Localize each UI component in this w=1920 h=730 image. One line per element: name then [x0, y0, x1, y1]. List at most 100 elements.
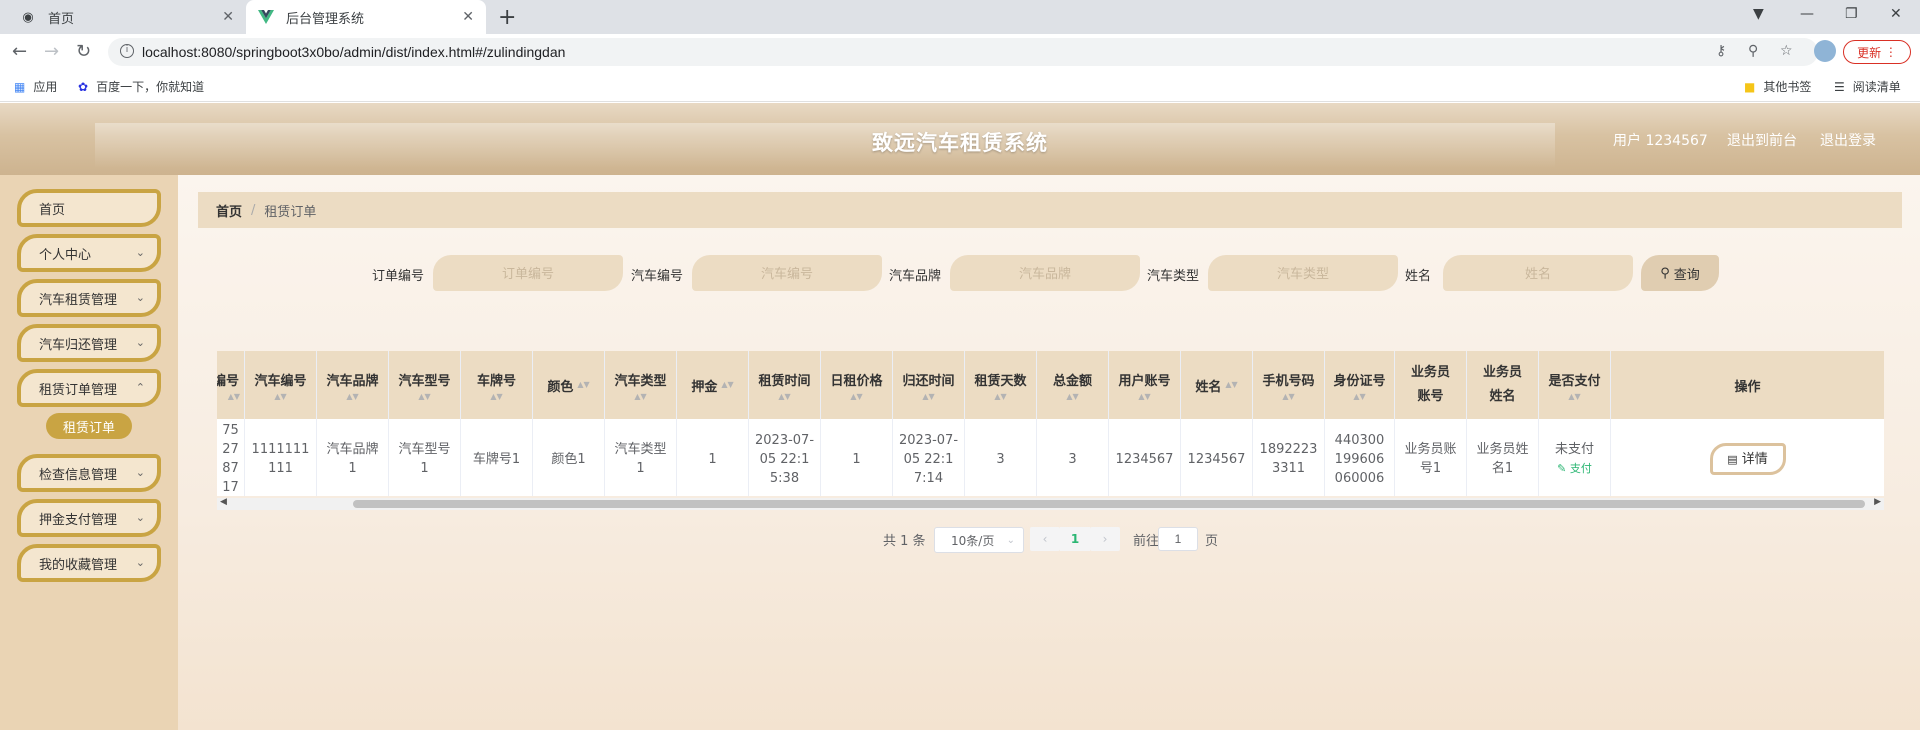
url-text[interactable]: localhost:8080/springboot3x0bo/admin/dis… — [142, 44, 565, 60]
sidebar-item-inspection[interactable]: 检查信息管理 ⌄ — [17, 454, 161, 492]
pay-link[interactable]: ✎ 支付 — [1557, 459, 1592, 478]
breadcrumb-home[interactable]: 首页 — [216, 201, 242, 220]
sort-icon[interactable]: ▲▼ — [994, 392, 1006, 401]
sidebar-item-home[interactable]: 首页 — [17, 189, 161, 227]
url-box[interactable]: i localhost:8080/springboot3x0bo/admin/d… — [108, 38, 1818, 66]
page-size-select[interactable]: 10条/页 ⌄ — [934, 527, 1024, 553]
page-number-current[interactable]: 1 — [1060, 527, 1090, 551]
sort-icon[interactable]: ▲▼ — [850, 392, 862, 401]
column-header-paid[interactable]: 是否支付 ▲▼ — [1539, 351, 1611, 419]
scroll-right-icon[interactable]: ▶ — [1874, 497, 1881, 507]
column-header-days[interactable]: 租赁天数 ▲▼ — [965, 351, 1037, 419]
profile-avatar[interactable] — [1814, 40, 1836, 62]
cell-brand: 汽车品牌1 — [317, 419, 389, 496]
car-type-input[interactable] — [1208, 255, 1398, 291]
sort-icon[interactable]: ▲▼ — [418, 392, 430, 401]
column-header-staff-account[interactable]: 业务员账号 — [1395, 351, 1467, 419]
folder-icon: ■ — [1744, 79, 1756, 94]
sort-icon[interactable]: ▲▼ — [1282, 392, 1294, 401]
sort-icon[interactable]: ▲▼ — [1138, 392, 1150, 401]
update-button[interactable]: 更新 ⋮ — [1843, 40, 1911, 64]
sidebar-item-personal-center[interactable]: 个人中心 ⌄ — [17, 234, 161, 272]
sort-icon[interactable]: ▲▼ — [228, 392, 240, 401]
goto-page-input[interactable] — [1158, 527, 1198, 551]
sort-icon[interactable]: ▲▼ — [577, 381, 589, 389]
sort-icon[interactable]: ▲▼ — [490, 392, 502, 401]
back-to-frontend-link[interactable]: 退出到前台 — [1727, 130, 1797, 150]
close-tab-icon[interactable]: ✕ — [222, 9, 234, 25]
sort-icon[interactable]: ▲▼ — [634, 392, 646, 401]
tab-search-icon[interactable]: ▼ — [1753, 6, 1764, 22]
column-header-label: 操作 — [1734, 379, 1761, 395]
column-header-car-no[interactable]: 汽车编号 ▲▼ — [245, 351, 317, 419]
column-header-name[interactable]: 姓名 ▲▼ — [1181, 351, 1253, 419]
order-no-input[interactable] — [433, 255, 623, 291]
bookmark-other[interactable]: ■ 其他书签 — [1744, 78, 1811, 95]
scrollbar-thumb[interactable] — [353, 500, 1865, 508]
logout-link[interactable]: 退出登录 — [1820, 130, 1876, 150]
column-header-label: 编号 — [217, 373, 239, 389]
sidebar-item-favorites[interactable]: 我的收藏管理 ⌄ — [17, 544, 161, 582]
car-no-input[interactable] — [692, 255, 882, 291]
chevron-down-icon: ⌄ — [135, 556, 145, 569]
minimize-icon[interactable]: — — [1800, 6, 1814, 22]
column-header-order-no[interactable]: 编号 ▲▼ — [217, 351, 245, 419]
sidebar-item-car-return[interactable]: 汽车归还管理 ⌄ — [17, 324, 161, 362]
sidebar-subitem-rental-order[interactable]: 租赁订单 — [46, 413, 132, 439]
column-header-car-type[interactable]: 汽车类型 ▲▼ — [605, 351, 677, 419]
sort-icon[interactable]: ▲▼ — [778, 392, 790, 401]
restore-icon[interactable]: ❐ — [1845, 6, 1858, 22]
prev-page-button[interactable]: ‹ — [1030, 527, 1060, 551]
sidebar-item-deposit-payment[interactable]: 押金支付管理 ⌄ — [17, 499, 161, 537]
column-header-deposit[interactable]: 押金 ▲▼ — [677, 351, 749, 419]
forward-arrow-icon[interactable]: → — [44, 41, 59, 62]
car-brand-input[interactable] — [950, 255, 1140, 291]
browser-tab-admin[interactable]: 后台管理系统 ✕ — [246, 0, 486, 34]
chevron-up-icon: ⌃ — [135, 381, 145, 394]
column-header-staff-name[interactable]: 业务员姓名 — [1467, 351, 1539, 419]
column-header-label: 用户账号 — [1118, 373, 1171, 389]
name-input[interactable] — [1443, 255, 1633, 291]
reload-icon[interactable]: ↻ — [76, 41, 91, 62]
column-header-rent-time[interactable]: 租赁时间 ▲▼ — [749, 351, 821, 419]
column-header-return-time[interactable]: 归还时间 ▲▼ — [893, 351, 965, 419]
bookmark-baidu[interactable]: ✿ 百度一下，你就知道 — [78, 78, 204, 95]
column-header-plate[interactable]: 车牌号 ▲▼ — [461, 351, 533, 419]
cell-color: 颜色1 — [533, 419, 605, 496]
sort-icon[interactable]: ▲▼ — [1568, 392, 1580, 401]
column-header-total[interactable]: 总金额 ▲▼ — [1037, 351, 1109, 419]
scroll-left-icon[interactable]: ◀ — [220, 497, 227, 507]
browser-tab-home[interactable]: ◉ 首页 ✕ — [8, 0, 246, 34]
sort-icon[interactable]: ▲▼ — [274, 392, 286, 401]
detail-button[interactable]: ▤ 详情 — [1709, 443, 1786, 475]
column-header-brand[interactable]: 汽车品牌 ▲▼ — [317, 351, 389, 419]
new-tab-icon[interactable]: + — [498, 5, 516, 30]
star-icon[interactable]: ☆ — [1780, 43, 1793, 59]
query-button[interactable]: ⚲ 查询 — [1641, 255, 1719, 291]
info-icon[interactable]: i — [120, 44, 134, 58]
sort-icon[interactable]: ▲▼ — [1225, 381, 1237, 389]
sort-icon[interactable]: ▲▼ — [922, 392, 934, 401]
column-header-daily-price[interactable]: 日租价格 ▲▼ — [821, 351, 893, 419]
column-header-account[interactable]: 用户账号 ▲▼ — [1109, 351, 1181, 419]
bookmark-apps[interactable]: ▦ 应用 — [14, 78, 57, 95]
column-header-id-card[interactable]: 身份证号 ▲▼ — [1325, 351, 1395, 419]
column-header-color[interactable]: 颜色 ▲▼ — [533, 351, 605, 419]
close-window-icon[interactable]: ✕ — [1890, 6, 1902, 22]
horizontal-scrollbar[interactable]: ◀ ▶ — [217, 497, 1884, 510]
close-tab-icon[interactable]: ✕ — [462, 9, 474, 25]
sidebar-item-rental-orders[interactable]: 租赁订单管理 ⌃ — [17, 369, 161, 407]
sort-icon[interactable]: ▲▼ — [1066, 392, 1078, 401]
sort-icon[interactable]: ▲▼ — [721, 381, 733, 389]
back-arrow-icon[interactable]: ← — [12, 41, 27, 62]
column-header-model[interactable]: 汽车型号 ▲▼ — [389, 351, 461, 419]
next-page-button[interactable]: › — [1090, 527, 1120, 551]
zoom-icon[interactable]: ⚲ — [1748, 43, 1758, 59]
column-header-phone[interactable]: 手机号码 ▲▼ — [1253, 351, 1325, 419]
sort-icon[interactable]: ▲▼ — [346, 392, 358, 401]
breadcrumb-current: 租赁订单 — [264, 204, 317, 220]
sort-icon[interactable]: ▲▼ — [1353, 392, 1365, 401]
bookmark-reading-list[interactable]: ☰ 阅读清单 — [1834, 78, 1901, 95]
key-icon[interactable]: ⚷ — [1716, 43, 1726, 59]
sidebar-item-car-rental[interactable]: 汽车租赁管理 ⌄ — [17, 279, 161, 317]
